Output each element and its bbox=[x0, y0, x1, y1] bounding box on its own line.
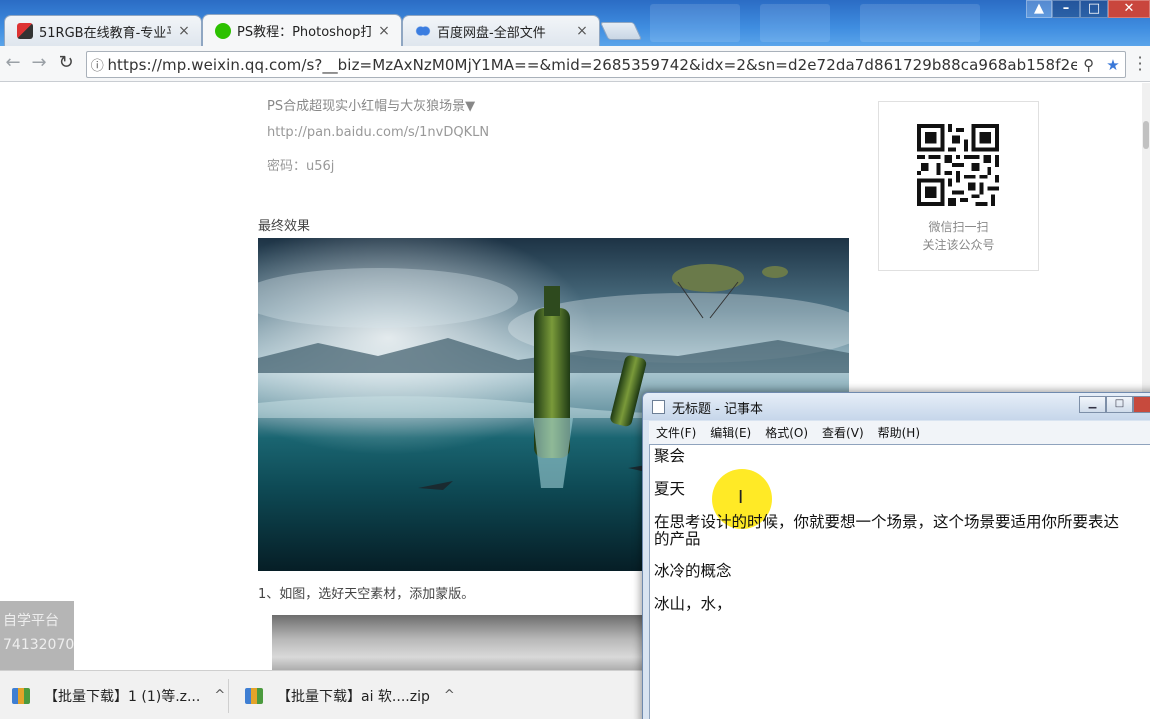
url-text[interactable]: https://mp.weixin.qq.com/s?__biz=MzAxNzM… bbox=[107, 56, 1076, 74]
back-arrow-icon[interactable]: ← bbox=[2, 53, 24, 75]
tab-label: 51RGB在线教育-专业平 bbox=[39, 25, 171, 41]
notepad-menu-bar: 文件(F) 编辑(E) 格式(O) 查看(V) 帮助(H) bbox=[649, 421, 1150, 444]
menu-help[interactable]: 帮助(H) bbox=[878, 424, 920, 441]
download-item[interactable]: 【批量下载】ai 软....zip ^ bbox=[245, 671, 455, 719]
divider bbox=[228, 679, 229, 713]
chevron-up-icon[interactable]: ^ bbox=[214, 688, 225, 703]
close-icon[interactable]: × bbox=[177, 23, 191, 39]
download-filename[interactable]: 【批量下载】1 (1)等.z... bbox=[44, 686, 200, 706]
qr-caption-scan: 微信扫一扫 bbox=[928, 220, 989, 234]
desktop-background bbox=[650, 4, 740, 42]
notepad-title: 无标题 - 记事本 bbox=[672, 402, 763, 417]
chevron-up-icon[interactable]: ^ bbox=[444, 688, 455, 703]
close-window-icon[interactable]: ✕ bbox=[1108, 0, 1150, 18]
notepad-window-controls: ▁ □ ✕ bbox=[1079, 396, 1150, 413]
menu-view[interactable]: 查看(V) bbox=[822, 424, 864, 441]
window-controls: ▲ – □ ✕ bbox=[1026, 0, 1150, 18]
search-icon[interactable]: ⚲ bbox=[1077, 56, 1101, 74]
text-line: 的产品 bbox=[654, 530, 701, 548]
desktop-background bbox=[760, 4, 830, 42]
menu-format[interactable]: 格式(O) bbox=[765, 424, 808, 441]
forward-arrow-icon[interactable]: → bbox=[28, 53, 50, 75]
scrollbar-thumb[interactable] bbox=[1143, 121, 1149, 149]
51rgb-favicon-icon bbox=[17, 23, 33, 39]
notepad-text-area[interactable]: I 聚会 夏天 在思考设计的时候，你就要想一个场景，这个场景要适用你所要表达 的… bbox=[649, 444, 1150, 719]
text-cursor-icon: I bbox=[738, 487, 744, 508]
notepad-title-bar[interactable]: 无标题 - 记事本 ▁ □ ✕ bbox=[643, 393, 1150, 420]
maximize-icon[interactable]: □ bbox=[1106, 396, 1133, 413]
watermark-line: 74132070 bbox=[3, 637, 75, 653]
browser-tab-strip: 51RGB在线教育-专业平 × PS教程：Photoshop打造 × 百度网盘-… bbox=[0, 0, 1150, 46]
text-line: 冰山，水， bbox=[654, 595, 732, 613]
notepad-window: 无标题 - 记事本 ▁ □ ✕ 文件(F) 编辑(E) 格式(O) 查看(V) … bbox=[642, 392, 1150, 719]
qr-code-icon bbox=[917, 124, 999, 206]
tab-label: PS教程：Photoshop打造 bbox=[237, 25, 371, 40]
browser-toolbar: ← → ↻ ⓘ https://mp.weixin.qq.com/s?__biz… bbox=[0, 46, 1150, 82]
download-filename[interactable]: 【批量下载】ai 软....zip bbox=[277, 686, 430, 706]
address-bar[interactable]: ⓘ https://mp.weixin.qq.com/s?__biz=MzAxN… bbox=[86, 51, 1126, 78]
text-line: 夏天 bbox=[654, 480, 686, 498]
new-tab-button[interactable] bbox=[599, 22, 643, 40]
sky-material-image bbox=[272, 615, 644, 670]
menu-file[interactable]: 文件(F) bbox=[656, 424, 696, 441]
text-line: 聚会 bbox=[654, 447, 686, 465]
maximize-icon[interactable]: □ bbox=[1080, 0, 1108, 18]
chrome-menu-icon[interactable]: · · · bbox=[1133, 50, 1147, 78]
user-profile-icon[interactable]: ▲ bbox=[1026, 0, 1052, 18]
watermark-line: 自学平台 bbox=[3, 613, 59, 629]
menu-edit[interactable]: 编辑(E) bbox=[710, 424, 751, 441]
notepad-icon bbox=[652, 400, 665, 414]
download-item[interactable]: 【批量下载】1 (1)等.z... ^ bbox=[12, 671, 225, 719]
related-article-title[interactable]: PS合成超现实小红帽与大灰狼场景▼ bbox=[267, 95, 475, 114]
minimize-icon[interactable]: ▁ bbox=[1079, 396, 1106, 413]
wechat-qr-box: 微信扫一扫 关注该公众号 bbox=[878, 101, 1039, 271]
tab-ps-tutorial[interactable]: PS教程：Photoshop打造 × bbox=[202, 14, 402, 46]
step-1-text: 1、如图，选好天空素材，添加蒙版。 bbox=[258, 587, 475, 602]
text-line: 在思考设计的时候，你就要想一个场景，这个场景要适用你所要表达 bbox=[654, 513, 1120, 531]
archive-file-icon bbox=[245, 687, 263, 704]
close-icon[interactable]: ✕ bbox=[1133, 396, 1150, 413]
desktop-background bbox=[860, 4, 980, 42]
page-info-icon[interactable]: ⓘ bbox=[87, 55, 107, 74]
bookmark-star-icon[interactable]: ★ bbox=[1101, 56, 1125, 74]
tab-51rgb[interactable]: 51RGB在线教育-专业平 × bbox=[4, 15, 202, 46]
text-line: 冰冷的概念 bbox=[654, 562, 732, 580]
final-effect-label: 最终效果 bbox=[258, 219, 311, 234]
tab-label: 百度网盘-全部文件 bbox=[437, 25, 546, 41]
close-icon[interactable]: × bbox=[575, 23, 589, 39]
qr-caption-follow: 关注该公众号 bbox=[922, 238, 995, 252]
tab-baidu-pan[interactable]: 百度网盘-全部文件 × bbox=[402, 15, 600, 46]
password-text: 密码：u56j bbox=[267, 159, 335, 174]
baidu-pan-icon bbox=[415, 23, 431, 39]
wechat-icon bbox=[215, 22, 231, 39]
archive-file-icon bbox=[12, 687, 30, 704]
video-watermark: 自学平台 74132070 bbox=[0, 601, 74, 670]
minimize-icon[interactable]: – bbox=[1052, 0, 1080, 18]
close-icon[interactable]: × bbox=[377, 23, 391, 39]
reload-icon[interactable]: ↻ bbox=[55, 53, 77, 75]
download-link[interactable]: http://pan.baidu.com/s/1nvDQKLN bbox=[267, 125, 489, 140]
